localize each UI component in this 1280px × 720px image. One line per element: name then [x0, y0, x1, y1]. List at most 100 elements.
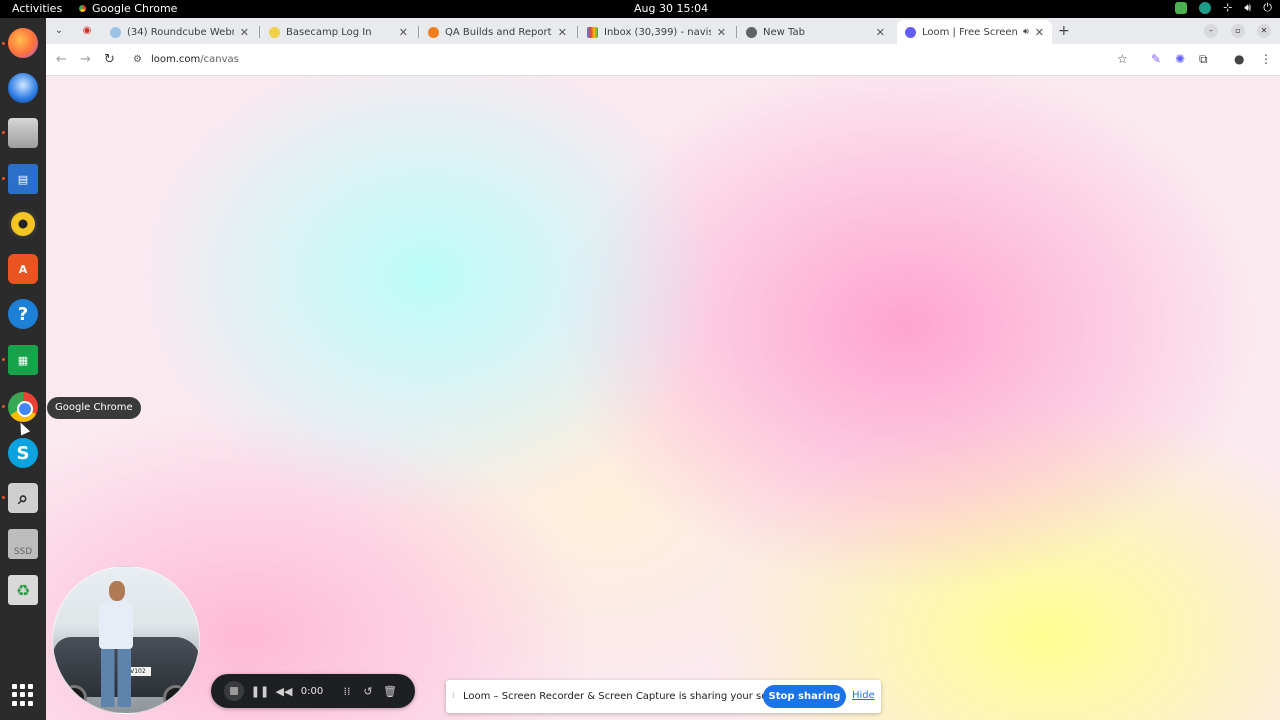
tab-qa-builds[interactable]: QA Builds and Reports - ✕: [420, 20, 575, 44]
forward-icon[interactable]: →: [80, 52, 91, 67]
libreoffice-writer-icon[interactable]: ▤: [8, 164, 38, 194]
clock[interactable]: Aug 30 15:04: [634, 2, 708, 15]
close-icon[interactable]: ✕: [717, 26, 726, 39]
chrome-app-icon: [78, 4, 87, 13]
chrome-icon: [746, 26, 757, 38]
tab-title: QA Builds and Reports -: [445, 26, 552, 38]
close-icon[interactable]: ✕: [399, 26, 408, 39]
gnome-top-bar: Activities Google Chrome Aug 30 15:04 ⊹ …: [0, 0, 1280, 18]
tab-title: Inbox (30,399) - navising: [604, 26, 711, 38]
firefox-icon[interactable]: [8, 28, 38, 58]
address-bar[interactable]: loom.com/canvas: [151, 54, 239, 65]
image-viewer-icon[interactable]: ⌕: [8, 483, 38, 513]
recording-indicator-icon: ◉: [82, 25, 92, 36]
reload-icon[interactable]: ↻: [104, 52, 115, 67]
basecamp-icon: [269, 26, 280, 38]
google-chrome-icon[interactable]: [8, 392, 38, 422]
tab-title: Loom | Free Screen &: [922, 26, 1018, 38]
app-center-icon[interactable]: A: [8, 254, 38, 284]
site-settings-icon[interactable]: ⚙︎: [133, 54, 142, 65]
teal-sync-icon[interactable]: [1199, 2, 1212, 14]
running-indicator: [2, 405, 5, 408]
tab-new-tab[interactable]: New Tab ✕: [738, 20, 893, 44]
tab-title: New Tab: [763, 26, 805, 38]
rhythmbox-icon[interactable]: [8, 209, 38, 239]
url-host: loom.com: [151, 54, 201, 65]
tab-divider: [577, 26, 578, 38]
power-icon[interactable]: ⏻: [1263, 2, 1272, 14]
loom-canvas: 1V102 ❚❚ ◀◀ 0:00 ⁞⁞ ↺ 🗑︎ ⁞ Loom – Screen…: [46, 76, 1280, 720]
tab-divider: [736, 26, 737, 38]
drag-handle-icon[interactable]: ⁞⁞: [338, 674, 356, 708]
app-menu[interactable]: Google Chrome: [78, 2, 177, 15]
extensions-icon[interactable]: ⧉: [1199, 52, 1208, 67]
menu-kebab-icon[interactable]: ⋮: [1260, 52, 1272, 66]
pen-extension-icon[interactable]: ✎: [1151, 52, 1161, 66]
tab-roundcube[interactable]: (34) Roundcube Webmail ✕: [102, 20, 257, 44]
share-message: Loom – Screen Recorder & Screen Capture …: [463, 691, 793, 702]
running-indicator: [2, 177, 5, 180]
trash-icon[interactable]: ♻: [8, 575, 38, 605]
thunderbird-icon[interactable]: [8, 73, 38, 103]
ssd-drive-icon[interactable]: SSD: [8, 529, 38, 559]
dock: ▤ A ? ▦ S ⌕ SSD ♻: [0, 18, 46, 720]
close-icon[interactable]: ✕: [1035, 26, 1044, 39]
back-icon[interactable]: ←: [56, 52, 67, 67]
hide-link[interactable]: Hide: [852, 690, 875, 701]
stop-sharing-button[interactable]: Stop sharing: [763, 685, 846, 708]
tab-divider: [259, 26, 260, 38]
close-icon[interactable]: ✕: [240, 26, 249, 39]
bookmark-star-icon[interactable]: ☆: [1117, 52, 1128, 66]
restart-icon[interactable]: ↺: [359, 674, 377, 708]
tab-title: (34) Roundcube Webmail: [127, 26, 234, 38]
show-apps-icon[interactable]: [12, 684, 34, 706]
tab-gmail-inbox[interactable]: Inbox (30,399) - navising ✕: [579, 20, 734, 44]
roundcube-icon: [110, 26, 121, 38]
loom-extension-icon[interactable]: ✺: [1175, 52, 1185, 66]
skype-icon[interactable]: S: [8, 438, 38, 468]
gmail-icon: [587, 26, 598, 38]
chrome-window: ⌄ ◉ (34) Roundcube Webmail ✕ Basecamp Lo…: [46, 18, 1280, 720]
network-icon[interactable]: ⊹: [1223, 2, 1232, 14]
tab-divider: [418, 26, 419, 38]
close-window-icon[interactable]: ✕: [1257, 24, 1271, 38]
browser-toolbar: ← → ↻ ⚙︎ loom.com/canvas ☆ ✎ ✺ ⧉ ● ⋮: [46, 44, 1280, 76]
drag-grip-icon[interactable]: ⁞: [452, 691, 455, 700]
car-wheel: [61, 685, 87, 711]
car-wheel: [163, 685, 189, 711]
trash-icon[interactable]: 🗑︎: [381, 674, 399, 708]
rewind-icon[interactable]: ◀◀: [275, 674, 293, 708]
camera-bubble[interactable]: 1V102: [52, 566, 200, 714]
recording-control-bar: ❚❚ ◀◀ 0:00 ⁞⁞ ↺ 🗑︎: [211, 674, 415, 708]
help-icon[interactable]: ?: [8, 299, 38, 329]
person-legs: [101, 647, 131, 707]
volume-icon[interactable]: 🔊︎: [1244, 2, 1251, 14]
app-menu-label: Google Chrome: [92, 2, 178, 15]
minimize-icon[interactable]: –: [1204, 24, 1218, 38]
person-body: [99, 601, 133, 649]
running-indicator: [2, 131, 5, 134]
screen-share-banner: ⁞ Loom – Screen Recorder & Screen Captur…: [446, 680, 881, 713]
tab-title: Basecamp Log In: [286, 26, 372, 38]
activities-button[interactable]: Activities: [12, 2, 62, 15]
tab-strip: ⌄ ◉ (34) Roundcube Webmail ✕ Basecamp Lo…: [46, 18, 1280, 44]
tab-loom[interactable]: Loom | Free Screen & 🔊︎ ✕: [897, 20, 1052, 44]
tab-search-icon[interactable]: ⌄: [52, 24, 66, 38]
green-extension-icon[interactable]: [1175, 2, 1188, 14]
files-icon[interactable]: [8, 118, 38, 148]
audio-playing-icon[interactable]: 🔊︎: [1023, 27, 1029, 37]
profile-avatar[interactable]: ●: [1234, 52, 1244, 66]
running-indicator: [2, 42, 5, 45]
tab-basecamp[interactable]: Basecamp Log In ✕: [261, 20, 416, 44]
new-tab-button[interactable]: +: [1058, 23, 1070, 39]
close-icon[interactable]: ✕: [876, 26, 885, 39]
url-path: /canvas: [200, 54, 239, 65]
qa-icon: [428, 26, 439, 38]
close-icon[interactable]: ✕: [558, 26, 567, 39]
system-tray[interactable]: ⊹ 🔊︎ ⏻: [1175, 2, 1272, 14]
recording-timer: 0:00: [300, 685, 324, 697]
stop-icon: [230, 687, 238, 695]
maximize-icon[interactable]: ▫: [1231, 24, 1245, 38]
pause-icon[interactable]: ❚❚: [251, 674, 269, 708]
libreoffice-calc-icon[interactable]: ▦: [8, 345, 38, 375]
